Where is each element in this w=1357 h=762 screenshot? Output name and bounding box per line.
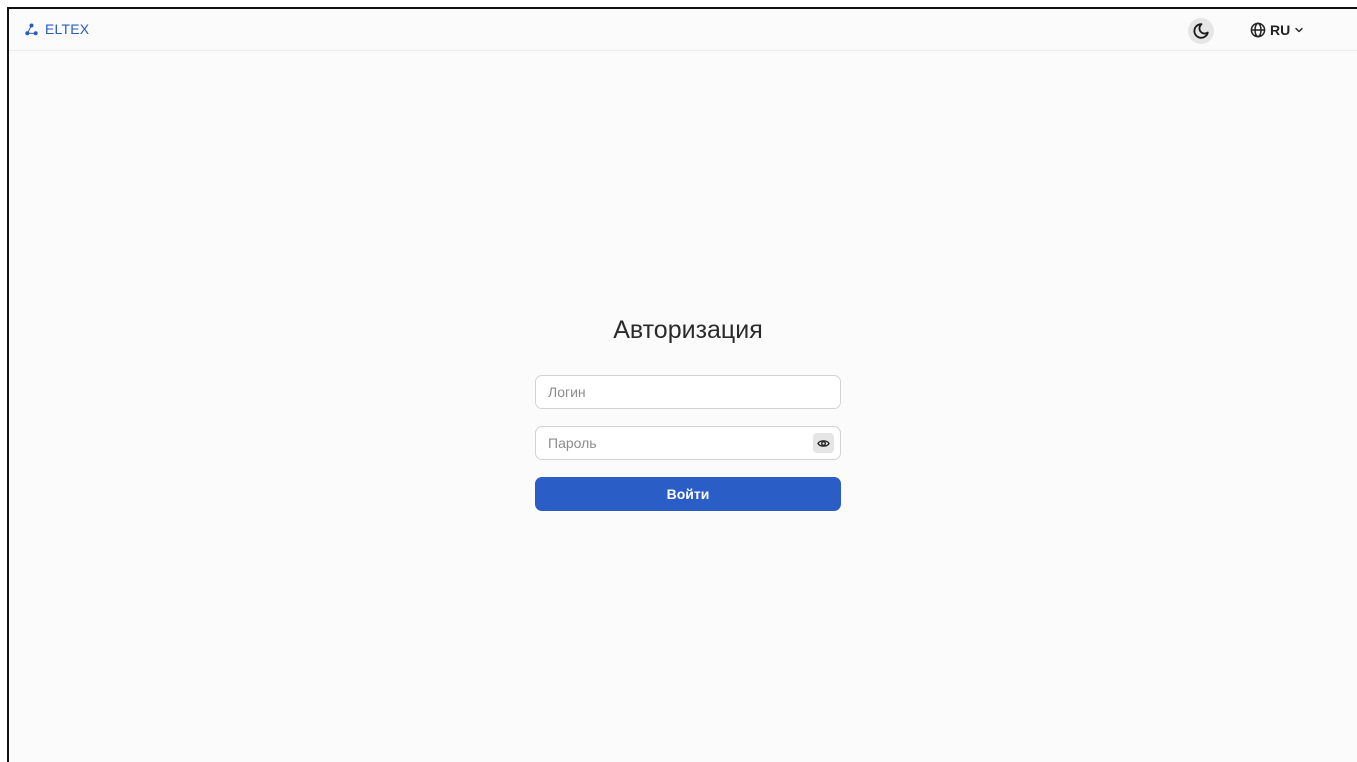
- login-field[interactable]: [535, 375, 841, 409]
- moon-icon: [1193, 23, 1209, 39]
- chevron-down-icon: [1295, 27, 1303, 33]
- app-window: ELTEX RU Авторизация Логин Войти: [7, 7, 1357, 762]
- language-label: RU: [1270, 22, 1291, 38]
- logo-text: ELTEX: [45, 21, 90, 37]
- password-field[interactable]: [535, 426, 841, 460]
- page-title: Авторизация: [613, 316, 763, 344]
- login-input[interactable]: [548, 376, 808, 408]
- brand-logo[interactable]: ELTEX: [25, 21, 89, 37]
- globe-icon: [1250, 22, 1266, 38]
- theme-toggle-button[interactable]: [1188, 18, 1214, 44]
- top-bar: ELTEX RU: [9, 9, 1357, 51]
- language-selector[interactable]: RU: [1250, 20, 1304, 40]
- login-button[interactable]: Войти: [535, 477, 841, 511]
- password-input[interactable]: [548, 427, 808, 459]
- eye-icon: [817, 439, 830, 447]
- show-password-button[interactable]: [813, 433, 834, 453]
- eltex-logo-icon: [25, 23, 38, 35]
